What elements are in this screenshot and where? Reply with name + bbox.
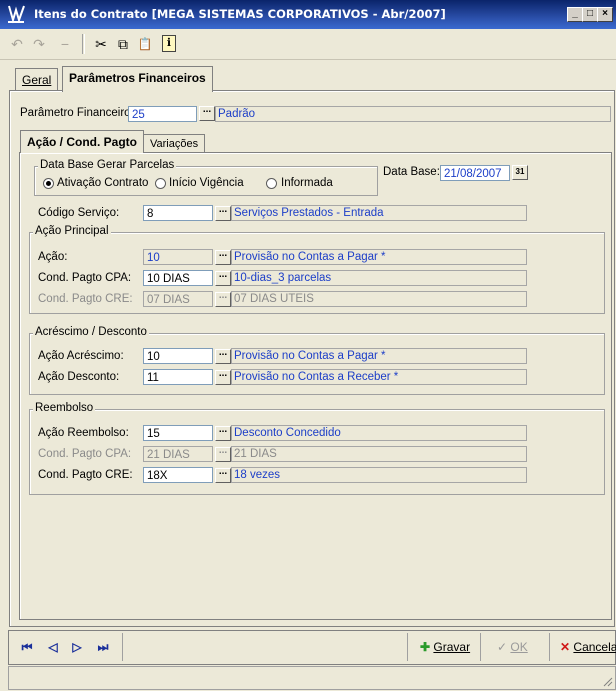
next-record-icon[interactable]: ▷ bbox=[67, 637, 87, 657]
acao-lookup-button[interactable]: ... bbox=[215, 249, 231, 265]
data-base-input[interactable]: 21/08/2007 bbox=[440, 165, 510, 181]
reembolso-acao-label: Ação Reembolso: bbox=[38, 427, 129, 439]
maximize-button[interactable]: □ bbox=[582, 7, 598, 22]
copy-icon[interactable]: ⧉ bbox=[114, 35, 132, 53]
close-button[interactable]: × bbox=[597, 7, 613, 22]
reembolso-acao-desc: Desconto Concedido bbox=[231, 425, 527, 441]
paste-icon[interactable]: 📋 bbox=[136, 35, 154, 53]
desconto-lookup-button[interactable]: ... bbox=[215, 369, 231, 385]
cre-lookup-button[interactable]: ... bbox=[215, 291, 231, 307]
cre-desc: 07 DIAS UTEIS bbox=[231, 291, 527, 307]
reembolso-acao-lookup-button[interactable]: ... bbox=[215, 425, 231, 441]
ok-button[interactable]: ✓ OK bbox=[480, 633, 549, 661]
cpa-desc: 10-dias_3 parcelas bbox=[231, 270, 527, 286]
reembolso-cpa-lookup-button[interactable]: ... bbox=[215, 446, 231, 462]
reembolso-cre-label: Cond. Pagto CRE: bbox=[38, 469, 133, 481]
codigo-servico-desc: Serviços Prestados - Entrada bbox=[231, 205, 527, 221]
reembolso-cre-lookup-button[interactable]: ... bbox=[215, 467, 231, 483]
app-logo-icon bbox=[8, 5, 25, 24]
cre-label: Cond. Pagto CRE: bbox=[38, 293, 133, 305]
codigo-servico-input[interactable]: 8 bbox=[143, 205, 213, 221]
cre-input[interactable]: 07 DIAS bbox=[143, 291, 213, 307]
reembolso-acao-input[interactable]: 15 bbox=[143, 425, 213, 441]
acao-input[interactable]: 10 bbox=[143, 249, 213, 265]
cut-icon[interactable]: ✂ bbox=[92, 35, 110, 53]
redo-icon[interactable]: ↷ bbox=[30, 35, 48, 53]
resize-grip-icon[interactable] bbox=[601, 675, 613, 687]
tab-parametros-financeiros[interactable]: Parâmetros Financeiros bbox=[62, 66, 213, 92]
cancela-x-icon: ✕ bbox=[560, 640, 571, 654]
last-record-icon[interactable]: ⏭ bbox=[93, 637, 113, 657]
parametro-desc: Padrão bbox=[215, 106, 611, 122]
radio-informada-label: Informada bbox=[281, 177, 333, 189]
desconto-desc: Provisão no Contas a Receber * bbox=[231, 369, 527, 385]
acrescimo-desconto-title: Acréscimo / Desconto bbox=[33, 326, 149, 338]
parametro-label: Parâmetro Financeiro: bbox=[20, 107, 134, 119]
codigo-servico-lookup-button[interactable]: ... bbox=[215, 205, 231, 221]
action-bar: ⏮ ◁ ▷ ⏭ ✚ Gravar ✓ OK ✕ Cancela bbox=[8, 630, 616, 665]
acrescimo-input[interactable]: 10 bbox=[143, 348, 213, 364]
toolbar-separator bbox=[82, 34, 85, 54]
acrescimo-label: Ação Acréscimo: bbox=[38, 350, 124, 362]
acrescimo-desc: Provisão no Contas a Pagar * bbox=[231, 348, 527, 364]
acao-desc: Provisão no Contas a Pagar * bbox=[231, 249, 527, 265]
cancela-button[interactable]: ✕ Cancela bbox=[549, 633, 616, 661]
gravar-label: Gravar bbox=[433, 640, 471, 654]
radio-ativacao-label: Ativação Contrato bbox=[57, 177, 149, 189]
radio-inicio-label: Início Vigência bbox=[169, 177, 244, 189]
data-base-label: Data Base: bbox=[383, 166, 440, 178]
data-base-group-title: Data Base Gerar Parcelas bbox=[38, 159, 177, 171]
tab-variacoes[interactable]: Variações bbox=[143, 134, 206, 153]
info-icon[interactable]: ℹ bbox=[162, 35, 176, 52]
acao-principal-title: Ação Principal bbox=[33, 225, 111, 237]
tab-acao-cond-pagto[interactable]: Ação / Cond. Pagto bbox=[20, 130, 145, 153]
ok-check-icon: ✓ bbox=[497, 640, 508, 654]
reembolso-cpa-input[interactable]: 21 DIAS bbox=[143, 446, 213, 462]
status-bar bbox=[8, 666, 616, 690]
radio-ativacao[interactable] bbox=[43, 178, 54, 189]
nav-separator bbox=[122, 633, 123, 661]
codigo-servico-label: Código Serviço: bbox=[38, 207, 120, 219]
tab-geral[interactable]: Geral bbox=[15, 68, 59, 91]
acrescimo-desconto-group bbox=[29, 333, 605, 395]
reembolso-cre-desc: 18 vezes bbox=[231, 467, 527, 483]
radio-inicio[interactable] bbox=[155, 178, 166, 189]
parametro-code-input[interactable]: 25 bbox=[128, 106, 197, 122]
ok-label: OK bbox=[510, 640, 528, 654]
reembolso-cpa-desc: 21 DIAS bbox=[231, 446, 527, 462]
title-bar: Itens do Contrato [MEGA SISTEMAS CORPORA… bbox=[0, 0, 616, 29]
first-record-icon[interactable]: ⏮ bbox=[17, 637, 37, 657]
reembolso-title: Reembolso bbox=[33, 402, 96, 414]
window-title: Itens do Contrato [MEGA SISTEMAS CORPORA… bbox=[34, 7, 446, 21]
desconto-label: Ação Desconto: bbox=[38, 371, 120, 383]
cpa-lookup-button[interactable]: ... bbox=[215, 270, 231, 286]
acao-label: Ação: bbox=[38, 251, 68, 263]
parametro-lookup-button[interactable]: ... bbox=[199, 105, 215, 121]
undo-icon[interactable]: ↶ bbox=[8, 35, 26, 53]
reembolso-cpa-label: Cond. Pagto CPA: bbox=[38, 448, 132, 460]
calendar-icon[interactable]: 31 bbox=[512, 165, 528, 180]
gravar-icon: ✚ bbox=[420, 640, 431, 654]
cpa-input[interactable]: 10 DIAS bbox=[143, 270, 213, 286]
cpa-label: Cond. Pagto CPA: bbox=[38, 272, 132, 284]
cancela-label: Cancela bbox=[573, 640, 616, 654]
reembolso-cre-input[interactable]: 18X bbox=[143, 467, 213, 483]
toolbar: ↶ ↷ − ✂ ⧉ 📋 ℹ bbox=[0, 29, 616, 60]
previous-record-icon[interactable]: ◁ bbox=[43, 637, 63, 657]
acrescimo-lookup-button[interactable]: ... bbox=[215, 348, 231, 364]
desconto-input[interactable]: 11 bbox=[143, 369, 213, 385]
radio-informada[interactable] bbox=[266, 178, 277, 189]
minus-icon[interactable]: − bbox=[56, 35, 74, 53]
gravar-button[interactable]: ✚ Gravar bbox=[407, 633, 480, 661]
minimize-button[interactable]: _ bbox=[567, 7, 583, 22]
